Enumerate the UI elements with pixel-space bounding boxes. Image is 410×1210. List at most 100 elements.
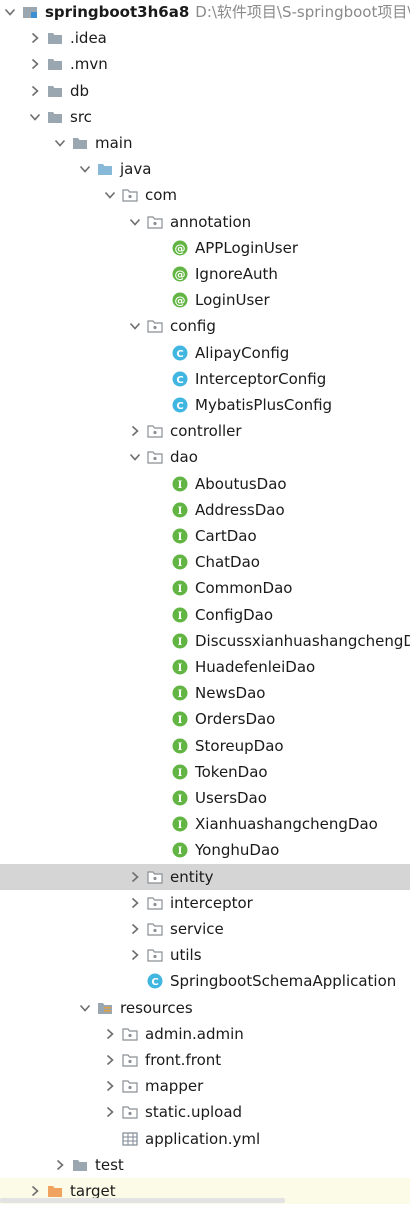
- tree-node-mybatisplusconfig[interactable]: C MybatisPlusConfig: [0, 392, 410, 418]
- chevron-down-icon[interactable]: [128, 450, 142, 464]
- tree-node-ordersdao[interactable]: I OrdersDao: [0, 706, 410, 732]
- tree-node-staticupload[interactable]: static.upload: [0, 1099, 410, 1125]
- tree-node-annotation[interactable]: annotation: [0, 209, 410, 235]
- tree-node-discussdao[interactable]: I DiscussxianhuashangchengDa: [0, 628, 410, 654]
- tree-node-usersdao[interactable]: I UsersDao: [0, 785, 410, 811]
- chevron-down-icon[interactable]: [78, 1001, 92, 1015]
- tree-node-adminadmin[interactable]: admin.admin: [0, 1021, 410, 1047]
- tree-node-test[interactable]: test: [0, 1152, 410, 1178]
- tree-node-label: test: [95, 1155, 124, 1175]
- tree-node-label: CartDao: [195, 526, 257, 546]
- tree-node-text: application.yml: [145, 1129, 261, 1148]
- package-icon: [122, 1026, 138, 1042]
- chevron-right-icon[interactable]: [103, 1027, 117, 1041]
- tree-node-label: LoginUser: [195, 290, 270, 310]
- tree-node-text: CommonDao: [195, 579, 293, 598]
- tree-node-yonghudao[interactable]: I YonghuDao: [0, 837, 410, 863]
- tree-node-text: utils: [170, 946, 202, 965]
- tree-node-java[interactable]: java: [0, 156, 410, 182]
- svg-text:I: I: [178, 480, 183, 491]
- chevron-down-icon[interactable]: [28, 110, 42, 124]
- tree-node-label: admin.admin: [145, 1024, 244, 1044]
- tree-node-frontfront[interactable]: front.front: [0, 1047, 410, 1073]
- tree-node-text: java: [120, 160, 152, 179]
- tree-node-text: StoreupDao: [195, 736, 284, 755]
- tree-node-mvn[interactable]: .mvn: [0, 51, 410, 77]
- chevron-down-icon[interactable]: [128, 215, 142, 229]
- chevron-right-icon[interactable]: [128, 948, 142, 962]
- chevron-right-icon[interactable]: [128, 922, 142, 936]
- chevron-right-icon[interactable]: [28, 31, 42, 45]
- chevron-right-icon[interactable]: [28, 1184, 42, 1198]
- chevron-right-icon[interactable]: [103, 1079, 117, 1093]
- chevron-right-icon[interactable]: [103, 1053, 117, 1067]
- chevron-right-icon[interactable]: [128, 870, 142, 884]
- tree-node-newsdao[interactable]: I NewsDao: [0, 680, 410, 706]
- tree-node-chatdao[interactable]: I ChatDao: [0, 549, 410, 575]
- tree-node-addressdao[interactable]: I AddressDao: [0, 497, 410, 523]
- class-icon: C: [172, 397, 188, 413]
- tree-node-cartdao[interactable]: I CartDao: [0, 523, 410, 549]
- tree-node-text: front.front: [145, 1051, 222, 1069]
- chevron-right-icon[interactable]: [128, 896, 142, 910]
- tree-node-label: NewsDao: [195, 683, 265, 703]
- tree-node-controller[interactable]: controller: [0, 418, 410, 444]
- tree-node-dao[interactable]: dao: [0, 444, 410, 470]
- chevron-right-icon[interactable]: [128, 424, 142, 438]
- tree-node-label: IgnoreAuth: [195, 264, 278, 284]
- tree-node-text: test: [95, 1155, 124, 1174]
- class-icon: C: [147, 973, 163, 989]
- tree-node-idea[interactable]: .idea: [0, 25, 410, 51]
- tree-node-resources[interactable]: resources: [0, 995, 410, 1021]
- tree-node-storeupdao[interactable]: I StoreupDao: [0, 733, 410, 759]
- svg-text:@: @: [175, 268, 186, 281]
- tree-node-xianhuadao[interactable]: I XianhuashangchengDao: [0, 811, 410, 837]
- chevron-down-icon[interactable]: [103, 188, 117, 202]
- tree-node-loginuser[interactable]: @ LoginUser: [0, 287, 410, 313]
- tree-node-db[interactable]: db: [0, 78, 410, 104]
- chevron-down-icon[interactable]: [3, 5, 17, 19]
- tree-node-label: AboutusDao: [195, 474, 287, 494]
- tree-node-ignoreauth[interactable]: @ IgnoreAuth: [0, 261, 410, 287]
- interface-icon: I: [172, 764, 188, 780]
- tree-node-com[interactable]: com: [0, 182, 410, 208]
- chevron-down-icon[interactable]: [128, 319, 142, 333]
- svg-text:I: I: [178, 532, 183, 543]
- tree-node-commondao[interactable]: I CommonDao: [0, 575, 410, 601]
- tree-node-label: front.front: [145, 1050, 221, 1070]
- tree-node-text: admin.admin: [145, 1024, 244, 1043]
- chevron-right-icon[interactable]: [103, 1105, 117, 1119]
- tree-node-label: db: [70, 81, 89, 101]
- svg-text:@: @: [175, 294, 186, 307]
- chevron-right-icon[interactable]: [53, 1158, 67, 1172]
- package-icon: [147, 947, 163, 963]
- chevron-down-icon[interactable]: [53, 136, 67, 150]
- chevron-right-icon[interactable]: [28, 84, 42, 98]
- tree-node-main[interactable]: main: [0, 130, 410, 156]
- tree-node-src[interactable]: src: [0, 104, 410, 130]
- interface-icon: I: [172, 554, 188, 570]
- tree-node-alipayconfig[interactable]: C AlipayConfig: [0, 340, 410, 366]
- svg-text:I: I: [178, 689, 183, 700]
- chevron-down-icon[interactable]: [78, 162, 92, 176]
- tree-node-utils[interactable]: utils: [0, 942, 410, 968]
- tree-node-entity[interactable]: entity: [0, 863, 410, 890]
- tree-node-configdao[interactable]: I ConfigDao: [0, 602, 410, 628]
- tree-node-aboutusdao[interactable]: I AboutusDao: [0, 471, 410, 497]
- tree-node-tokendao[interactable]: I TokenDao: [0, 759, 410, 785]
- tree-node-huadefenleidao[interactable]: I HuadefenleiDao: [0, 654, 410, 680]
- tree-node-service[interactable]: service: [0, 916, 410, 942]
- package-icon: [147, 869, 163, 885]
- tree-node-springbootapp[interactable]: C SpringbootSchemaApplication: [0, 968, 410, 994]
- tree-node-config[interactable]: config: [0, 313, 410, 339]
- tree-node-mapper[interactable]: mapper: [0, 1073, 410, 1099]
- tree-node-interceptor[interactable]: interceptor: [0, 890, 410, 916]
- tree-node-applicationyml[interactable]: application.yml: [0, 1126, 410, 1152]
- chevron-right-icon[interactable]: [28, 57, 42, 71]
- horizontal-scrollbar[interactable]: [0, 1198, 285, 1203]
- tree-node-apploginuser[interactable]: @ APPLoginUser: [0, 235, 410, 261]
- resources-folder-icon: [97, 1000, 113, 1016]
- tree-node-root[interactable]: springboot3h6a8 D:\软件项目\S-springboot项目\S: [0, 0, 410, 25]
- svg-text:I: I: [178, 846, 183, 857]
- tree-node-interceptorconfig[interactable]: C InterceptorConfig: [0, 366, 410, 392]
